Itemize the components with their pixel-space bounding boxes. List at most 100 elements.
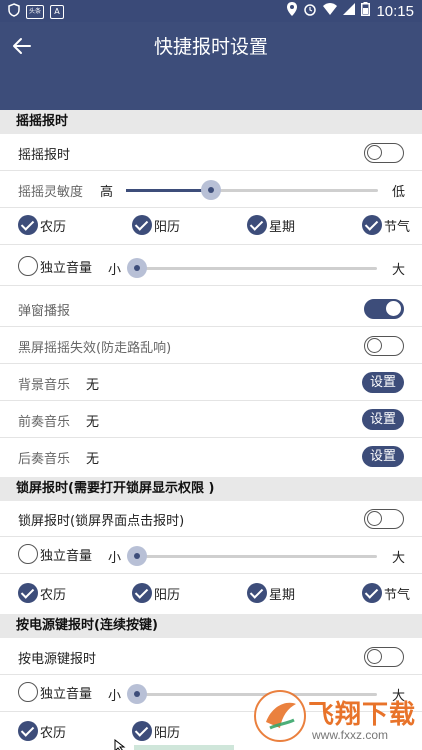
check-lunar-label: 农历 bbox=[40, 587, 67, 603]
volume-slider-thumb[interactable] bbox=[127, 258, 147, 278]
row-shake-volume: 独立音量 小 大 bbox=[0, 249, 422, 286]
post-music-label: 后奏音乐 bbox=[18, 452, 71, 467]
prelude-music-label: 前奏音乐 bbox=[18, 415, 71, 430]
row-popup: 弹窗播报 bbox=[0, 290, 422, 327]
lockscreen-toggle[interactable] bbox=[364, 509, 404, 529]
checkbox-checked-icon bbox=[18, 215, 38, 235]
popup-toggle[interactable] bbox=[364, 299, 404, 319]
check-lunar-label: 农历 bbox=[40, 219, 67, 235]
checkbox-checked-icon bbox=[132, 215, 152, 235]
row-prelude-music: 前奏音乐 无 设置 bbox=[0, 401, 422, 438]
sensitivity-slider-thumb[interactable] bbox=[201, 180, 221, 200]
check-powerkey-lunar[interactable]: 农历 bbox=[18, 721, 66, 741]
lockscreen-volume-slider[interactable] bbox=[127, 546, 377, 566]
check-lunar[interactable]: 农历 bbox=[18, 215, 66, 235]
powerkey-volume-thumb[interactable] bbox=[127, 684, 147, 704]
powerkey-toggle-label: 按电源键报时 bbox=[18, 652, 97, 667]
volume-large-label: 大 bbox=[392, 263, 406, 278]
powerkey-volume-small: 小 bbox=[108, 689, 122, 704]
powerkey-volume-label: 独立音量 bbox=[40, 686, 93, 702]
section-header-lockscreen: 锁屏报时(需要打开锁屏显示权限 ) bbox=[0, 477, 422, 501]
app-icon-a: A bbox=[50, 4, 64, 19]
wifi-icon bbox=[323, 3, 338, 19]
sensitivity-high-label: 高 bbox=[100, 185, 114, 200]
prelude-music-value: 无 bbox=[86, 415, 100, 430]
row-sensitivity: 摇摇灵敏度 高 低 bbox=[0, 171, 422, 208]
alarm-icon bbox=[303, 2, 317, 20]
checkbox-empty-icon bbox=[18, 682, 38, 702]
check-weekday[interactable]: 星期 bbox=[247, 215, 295, 235]
sensitivity-slider[interactable] bbox=[126, 180, 378, 200]
bg-music-value: 无 bbox=[86, 378, 100, 393]
checkbox-checked-icon bbox=[247, 583, 267, 603]
sensitivity-slider-fill bbox=[126, 189, 211, 192]
shake-toggle-label: 摇摇报时 bbox=[18, 148, 71, 163]
row-lockscreen-checks: 农历 阳历 星期 节气 bbox=[0, 576, 422, 613]
shake-toggle[interactable] bbox=[364, 143, 404, 163]
mouse-cursor-icon bbox=[114, 738, 126, 750]
sensitivity-label: 摇摇灵敏度 bbox=[18, 185, 84, 200]
check-lockscreen-weekday[interactable]: 星期 bbox=[247, 583, 295, 603]
battery-icon bbox=[361, 2, 371, 20]
lockscreen-volume-thumb[interactable] bbox=[127, 546, 147, 566]
prelude-music-set-button[interactable]: 设置 bbox=[362, 409, 404, 430]
volume-small-label: 小 bbox=[108, 263, 122, 278]
row-blackscreen: 黑屏摇摇失效(防走路乱响) bbox=[0, 327, 422, 364]
title-bar: 快捷报时设置 bbox=[0, 22, 422, 110]
check-solar-label: 阳历 bbox=[154, 219, 181, 235]
checkbox-checked-icon bbox=[247, 215, 267, 235]
check-powerkey-volume[interactable]: 独立音量 bbox=[18, 682, 92, 702]
blackscreen-label: 黑屏摇摇失效(防走路乱响) bbox=[18, 341, 172, 356]
post-music-set-button[interactable]: 设置 bbox=[362, 446, 404, 467]
check-lockscreen-solar[interactable]: 阳历 bbox=[132, 583, 180, 603]
page-title: 快捷报时设置 bbox=[153, 36, 268, 58]
lockscreen-toggle-label: 锁屏报时(锁屏界面点击报时) bbox=[18, 514, 185, 529]
check-weekday-label: 星期 bbox=[269, 219, 296, 235]
shield-icon bbox=[8, 3, 20, 20]
checkbox-checked-icon bbox=[362, 583, 382, 603]
status-time: 10:15 bbox=[376, 2, 414, 20]
volume-label: 独立音量 bbox=[40, 260, 93, 276]
lockscreen-volume-label: 独立音量 bbox=[40, 548, 93, 564]
check-solar[interactable]: 阳历 bbox=[132, 215, 180, 235]
status-bar: 头条 A 10:15 bbox=[0, 0, 422, 22]
row-powerkey-toggle: 按电源键报时 bbox=[0, 638, 422, 675]
toggle-knob bbox=[367, 338, 382, 353]
bg-music-set-button[interactable]: 设置 bbox=[362, 372, 404, 393]
check-lunar-label: 农历 bbox=[40, 725, 67, 741]
check-powerkey-solar[interactable]: 阳历 bbox=[132, 721, 180, 741]
signal-icon bbox=[343, 3, 356, 19]
checkbox-empty-icon bbox=[18, 544, 38, 564]
check-lockscreen-volume[interactable]: 独立音量 bbox=[18, 544, 92, 564]
powerkey-toggle[interactable] bbox=[364, 647, 404, 667]
watermark: 飞翔下载 www.fxxz.com bbox=[250, 686, 422, 750]
check-lockscreen-solar-term[interactable]: 节气 bbox=[362, 583, 410, 603]
location-icon bbox=[287, 2, 298, 20]
bg-music-label: 背景音乐 bbox=[18, 378, 71, 393]
row-shake-checks: 农历 阳历 星期 节气 bbox=[0, 208, 422, 245]
blackscreen-toggle[interactable] bbox=[364, 336, 404, 356]
checkbox-empty-icon bbox=[18, 256, 38, 276]
check-solar-term[interactable]: 节气 bbox=[362, 215, 410, 235]
watermark-url: www.fxxz.com bbox=[312, 728, 389, 742]
checkbox-checked-icon bbox=[18, 583, 38, 603]
post-music-value: 无 bbox=[86, 452, 100, 467]
check-lockscreen-lunar[interactable]: 农历 bbox=[18, 583, 66, 603]
volume-slider[interactable] bbox=[127, 258, 377, 278]
checkbox-checked-icon bbox=[132, 721, 152, 741]
app-icon-news: 头条 bbox=[26, 4, 44, 19]
check-solar-label: 阳历 bbox=[154, 587, 181, 603]
toggle-knob bbox=[367, 511, 382, 526]
check-weekday-label: 星期 bbox=[269, 587, 296, 603]
row-post-music: 后奏音乐 无 设置 bbox=[0, 438, 422, 475]
section-header-shake: 摇摇报时 bbox=[0, 110, 422, 134]
popup-label: 弹窗播报 bbox=[18, 304, 71, 319]
lockscreen-volume-small: 小 bbox=[108, 551, 122, 566]
row-lockscreen-volume: 独立音量 小 大 bbox=[0, 537, 422, 574]
check-independent-volume[interactable]: 独立音量 bbox=[18, 256, 92, 276]
check-solar-label: 阳历 bbox=[154, 725, 181, 741]
section-header-powerkey: 按电源键报时(连续按键) bbox=[0, 614, 422, 638]
row-shake-toggle: 摇摇报时 bbox=[0, 134, 422, 171]
checkbox-checked-icon bbox=[132, 583, 152, 603]
bottom-bar bbox=[134, 745, 234, 750]
